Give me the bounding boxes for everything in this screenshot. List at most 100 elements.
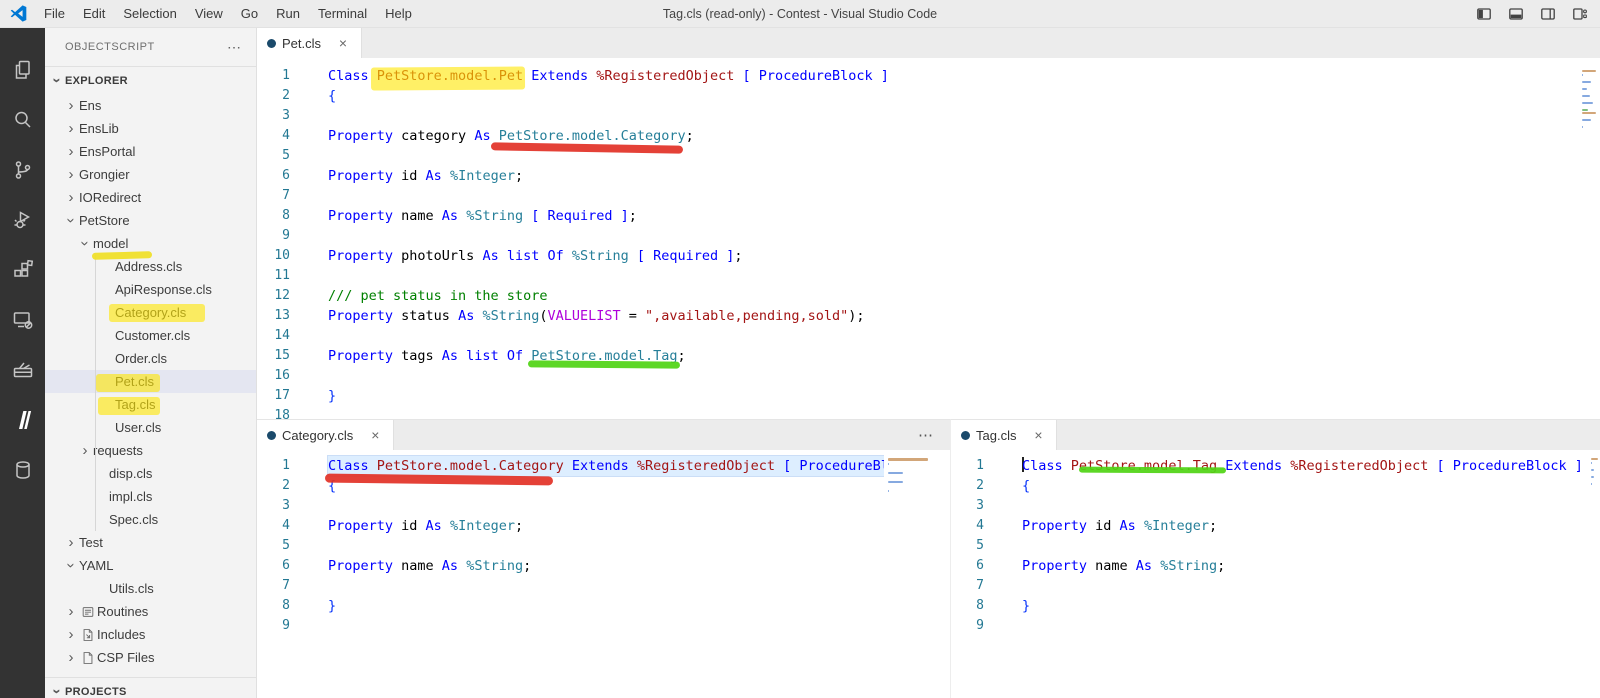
tree-item-label: Category.cls [115,305,186,320]
menu-item-edit[interactable]: Edit [74,0,114,27]
objectscript-class-icon [961,431,970,440]
tree-item-tag-cls[interactable]: Tag.cls [45,393,256,416]
menu-item-selection[interactable]: Selection [114,0,185,27]
tab-bar: Pet.cls × [257,28,1600,58]
code-editor-pet[interactable]: 1Class PetStore.model.Pet Extends %Regis… [257,58,1600,419]
explorer-icon[interactable] [11,58,35,82]
projects-section-header[interactable]: › PROJECTS [45,677,256,698]
minimap-tag[interactable] [1591,454,1600,698]
tree-item-pet-cls[interactable]: Pet.cls [45,370,256,393]
tree-item-csp-files[interactable]: ›CSP Files [45,646,256,669]
code-line-7: 7 [257,576,950,596]
tree-item-label: Utils.cls [109,581,154,596]
tree-item-includes[interactable]: ›Includes [45,623,256,646]
tree-item-customer-cls[interactable]: Customer.cls [45,324,256,347]
code-editor-category[interactable]: 1Class PetStore.model.Category Extends %… [257,450,950,636]
sidebar-pane-title: OBJECTSCRIPT ⋯ [45,28,256,66]
tree-item-petstore[interactable]: ›PetStore [45,209,256,232]
line-number: 7 [257,576,290,596]
code-line-9: 9 [257,616,950,636]
menu-item-help[interactable]: Help [376,0,421,27]
code-line-6: 6Property id As %Integer; [257,166,1600,186]
tree-item-model[interactable]: ›model [45,232,256,255]
tab-tag-cls[interactable]: Tag.cls × [951,420,1057,450]
code-text: { [328,86,336,106]
explorer-section-header[interactable]: › EXPLORER [45,66,256,94]
code-editor-tag[interactable]: 1Class PetStore.model.Tag Extends %Regis… [951,450,1600,636]
code-line-3: 3 [257,496,950,516]
toggle-panel-icon[interactable] [1508,6,1524,22]
tree-item-label: requests [93,443,143,458]
tree-item-user-cls[interactable]: User.cls [45,416,256,439]
tree-item-impl-cls[interactable]: impl.cls [45,485,256,508]
tree-item-label: IORedirect [79,190,141,205]
menu-item-terminal[interactable]: Terminal [309,0,376,27]
tree-item-label: Customer.cls [115,328,190,343]
tree-item-requests[interactable]: ›requests [45,439,256,462]
menu-item-file[interactable]: File [35,0,74,27]
tree-item-apiresponse-cls[interactable]: ApiResponse.cls [45,278,256,301]
line-number: 8 [951,596,984,616]
code-text: Property tags As list Of PetStore.model.… [328,346,686,366]
line-number: 3 [951,496,984,516]
search-icon[interactable] [11,108,35,132]
code-text: } [328,596,336,616]
code-line-3: 3 [951,496,1600,516]
run-debug-icon[interactable] [11,208,35,232]
tree-item-test[interactable]: ›Test [45,531,256,554]
line-number: 6 [257,556,290,576]
customize-layout-icon[interactable] [1572,6,1588,22]
extensions-icon[interactable] [11,258,35,282]
minimap-pet[interactable] [1582,66,1598,419]
toggle-secondary-sidebar-icon[interactable] [1540,6,1556,22]
tree-item-disp-cls[interactable]: disp.cls [45,462,256,485]
tools-icon[interactable] [11,358,35,382]
editor-more-actions-icon[interactable]: ⋯ [918,420,950,450]
code-line-5: 5 [257,146,1600,166]
window-title: Tag.cls (read-only) - Contest - Visual S… [663,0,937,28]
code-text: Property status As %String(VALUELIST = "… [328,306,865,326]
source-control-icon[interactable] [11,158,35,182]
menu-item-view[interactable]: View [186,0,232,27]
line-number: 11 [257,266,290,286]
tab-bar: Category.cls × ⋯ [257,420,950,450]
tree-item-routines[interactable]: ›Routines [45,600,256,623]
minimap-category[interactable] [884,454,950,698]
tree-item-label: Grongier [79,167,130,182]
code-line-12: 12/// pet status in the store [257,286,1600,306]
tree-item-label: PetStore [79,213,130,228]
line-number: 1 [951,456,984,476]
chevron-right-icon: › [63,604,79,619]
editor-group-bottom-left: Category.cls × ⋯ 1Class PetStore.model.C… [257,419,950,698]
menu-item-run[interactable]: Run [267,0,309,27]
tree-item-label: Includes [97,627,145,642]
close-tab-icon[interactable]: × [367,427,383,443]
tree-item-yaml[interactable]: ›YAML [45,554,256,577]
tree-item-category-cls[interactable]: Category.cls [45,301,256,324]
tree-item-label: EnsPortal [79,144,135,159]
sidebar-more-actions-icon[interactable]: ⋯ [227,39,242,56]
menu-item-go[interactable]: Go [232,0,267,27]
tree-item-ens[interactable]: ›Ens [45,94,256,117]
tab-pet-cls[interactable]: Pet.cls × [257,28,362,58]
tree-item-utils-cls[interactable]: Utils.cls [45,577,256,600]
database-icon[interactable] [11,458,35,482]
toggle-primary-sidebar-icon[interactable] [1476,6,1492,22]
tree-item-label: ApiResponse.cls [115,282,212,297]
code-line-2: 2{ [257,86,1600,106]
line-number: 2 [257,476,290,496]
tree-item-ioredirect[interactable]: ›IORedirect [45,186,256,209]
intersystems-objectscript-icon[interactable] [11,408,35,432]
tree-item-order-cls[interactable]: Order.cls [45,347,256,370]
tree-item-spec-cls[interactable]: Spec.cls [45,508,256,531]
tab-category-cls[interactable]: Category.cls × [257,420,394,450]
tree-item-enslib[interactable]: ›EnsLib [45,117,256,140]
close-tab-icon[interactable]: × [1030,427,1046,443]
code-text: { [328,476,336,496]
tree-item-grongier[interactable]: ›Grongier [45,163,256,186]
tree-item-ensportal[interactable]: ›EnsPortal [45,140,256,163]
code-line-1: 1Class PetStore.model.Tag Extends %Regis… [951,456,1600,476]
tree-item-address-cls[interactable]: Address.cls [45,255,256,278]
remote-explorer-icon[interactable] [11,308,35,332]
close-tab-icon[interactable]: × [335,35,351,51]
